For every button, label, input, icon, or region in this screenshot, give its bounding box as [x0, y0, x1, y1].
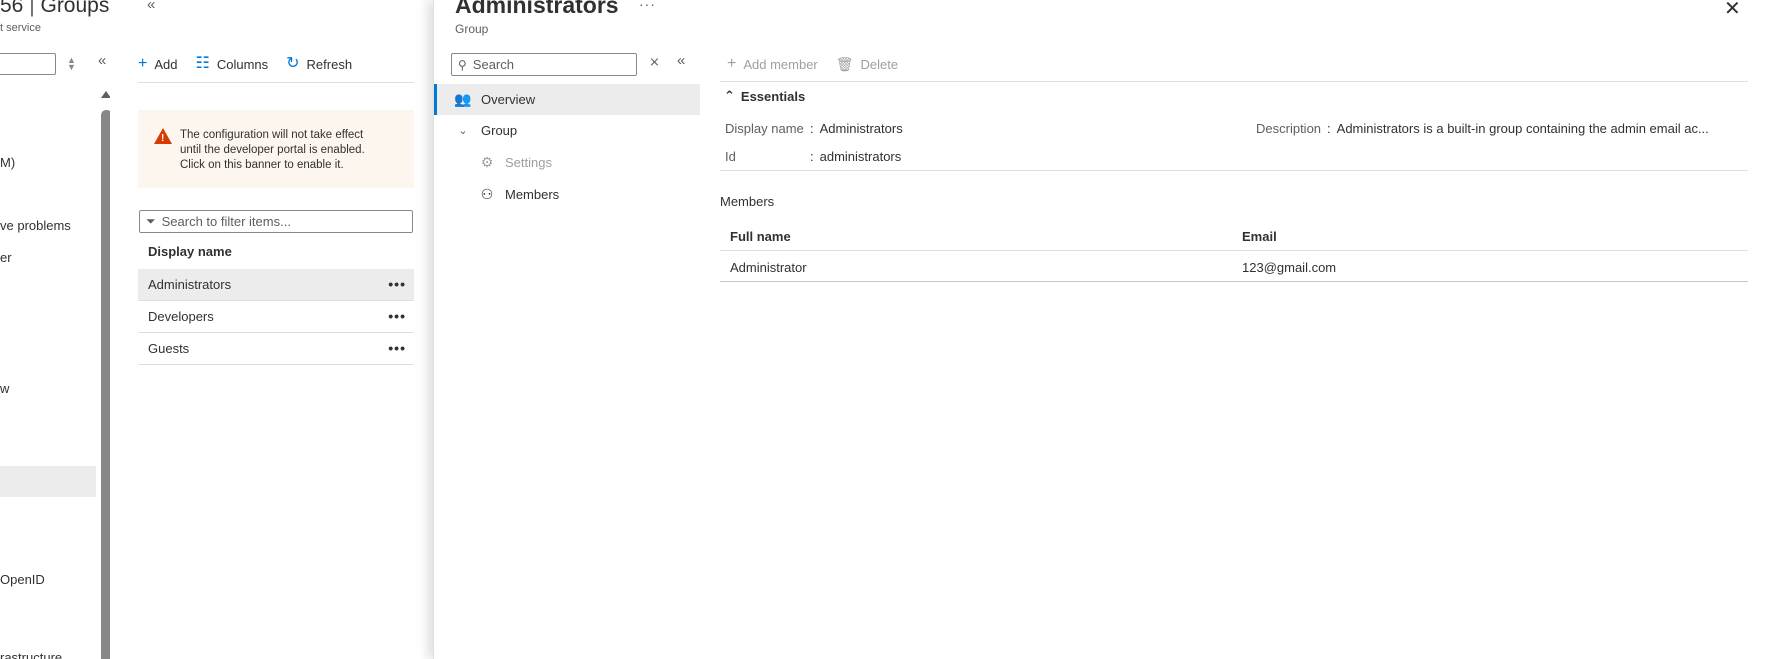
more-options-icon[interactable]: •••: [388, 276, 406, 292]
toolbar-divider: [138, 82, 414, 83]
resource-menu-search[interactable]: ⚲: [451, 53, 637, 76]
nav-item[interactable]: OpenID: [0, 572, 45, 587]
left-navigation: 56 | Groups t service ▲ ▼ « M) ve problem…: [0, 0, 110, 659]
id-value: administrators: [819, 149, 902, 164]
nav-item[interactable]: w: [0, 381, 9, 396]
refresh-icon: ↻: [286, 55, 300, 72]
group-users-icon: 👥: [454, 91, 472, 107]
members-section-title: Members: [720, 194, 775, 209]
title-separator: |: [23, 0, 41, 17]
plus-icon: +: [138, 55, 148, 72]
nav-scrollbar[interactable]: [100, 88, 110, 659]
essentials-divider: [720, 170, 1748, 171]
group-name: Developers: [148, 309, 214, 324]
column-header-email[interactable]: Email: [1242, 229, 1277, 244]
plus-icon: +: [727, 55, 737, 72]
collapse-nav-icon[interactable]: «: [98, 52, 106, 69]
add-member-button[interactable]: + Add member: [727, 56, 818, 72]
nav-search-input[interactable]: [0, 53, 56, 75]
nav-item[interactable]: er: [0, 250, 12, 265]
group-name: Administrators: [148, 277, 232, 292]
scrollbar-thumb[interactable]: [101, 110, 110, 659]
menu-item-overview[interactable]: 👥 Overview: [434, 84, 700, 115]
essentials-display-name: Display name: Administrators: [725, 121, 903, 136]
clear-search-icon[interactable]: ⨯: [649, 54, 660, 70]
filter-input[interactable]: [161, 214, 402, 229]
essentials-id: Id: administrators: [725, 149, 902, 164]
description-value: Administrators is a built-in group conta…: [1336, 121, 1709, 136]
resource-search-input[interactable]: [472, 57, 623, 72]
search-icon: ⚲: [458, 57, 467, 72]
more-options-icon[interactable]: •••: [388, 308, 406, 324]
menu-item-label: Members: [505, 187, 560, 202]
group-row-guests[interactable]: Guests •••: [138, 333, 414, 365]
refresh-button[interactable]: ↻ Refresh: [286, 56, 352, 72]
group-detail-blade: Administrators ··· Group ✕ ⚲ ⨯ « 👥 Overv…: [433, 0, 1767, 659]
essentials-label: Essentials: [740, 88, 806, 104]
gear-icon: ⚙: [480, 154, 494, 170]
menu-item-label: Settings: [505, 155, 552, 170]
nav-item-selected[interactable]: [0, 466, 96, 497]
group-row-developers[interactable]: Developers •••: [138, 301, 414, 333]
groups-pane: + Add ☷ Columns ↻ Refresh The configurat…: [138, 0, 414, 659]
chevron-up-icon: ⌃: [724, 88, 735, 103]
person-icon: ⚇: [480, 186, 494, 202]
add-button[interactable]: + Add: [138, 56, 177, 72]
id-key: Id: [725, 149, 736, 164]
warning-icon: [154, 128, 172, 146]
group-row-administrators[interactable]: Administrators •••: [138, 269, 414, 301]
nav-item[interactable]: M): [0, 155, 15, 170]
menu-item-group[interactable]: ⌄ Group: [434, 115, 700, 146]
member-email: 123@gmail.com: [1242, 260, 1337, 275]
page-name: Groups: [40, 0, 110, 17]
more-options-icon[interactable]: •••: [388, 340, 406, 356]
scroll-up-arrow-icon[interactable]: [101, 91, 110, 98]
table-row[interactable]: Administrator 123@gmail.com: [720, 252, 1748, 282]
service-title: 56 | Groups: [0, 0, 109, 18]
collapse-menu-icon[interactable]: «: [677, 52, 685, 69]
essentials-toggle[interactable]: ⌃ Essentials: [724, 88, 805, 104]
nav-item[interactable]: rastructure: [0, 650, 62, 659]
groups-toolbar: + Add ☷ Columns ↻ Refresh: [138, 53, 352, 75]
trash-icon: 🗑: [835, 56, 854, 72]
columns-icon: ☷: [195, 55, 210, 72]
column-header-full-name[interactable]: Full name: [730, 229, 791, 244]
menu-item-label: Group: [481, 123, 518, 138]
close-icon[interactable]: ✕: [1724, 0, 1741, 21]
developer-portal-banner[interactable]: The configuration will not take effect u…: [138, 110, 414, 188]
menu-item-members[interactable]: ⚇ Members: [434, 179, 700, 210]
blade-toolbar-divider: [720, 81, 1748, 82]
banner-line: until the developer portal is enabled.: [180, 144, 365, 156]
blade-subtitle: Group: [455, 22, 489, 36]
menu-item-label: Overview: [481, 92, 536, 107]
members-table-header: Full name Email: [720, 221, 1748, 251]
blade-more-options-icon[interactable]: ···: [639, 0, 656, 12]
banner-line: The configuration will not take effect: [180, 129, 364, 141]
nav-item[interactable]: ve problems: [0, 218, 71, 233]
display-name-value: Administrators: [819, 121, 903, 136]
description-key: Description: [1256, 121, 1322, 136]
chevron-down-icon: ⌄: [458, 125, 468, 137]
columns-button[interactable]: ☷ Columns: [195, 56, 268, 72]
columns-label: Columns: [216, 56, 269, 72]
service-subtitle: t service: [0, 22, 41, 34]
refresh-label: Refresh: [306, 56, 353, 72]
delete-button[interactable]: 🗑 Delete: [836, 57, 898, 72]
member-full-name: Administrator: [730, 260, 807, 275]
blade-title: Administrators: [455, 0, 619, 18]
delete-label: Delete: [860, 56, 899, 72]
banner-line: Click on this banner to enable it.: [180, 159, 344, 171]
group-name: Guests: [148, 341, 190, 356]
service-name-fragment: 56: [0, 0, 24, 17]
display-name-key: Display name: [725, 121, 804, 136]
blade-toolbar: + Add member 🗑 Delete: [727, 53, 898, 75]
sort-icon[interactable]: ▲ ▼: [67, 56, 76, 72]
add-member-label: Add member: [743, 56, 818, 72]
filter-icon: ⏷: [146, 214, 156, 228]
essentials-description: Description: Administrators is a built-in…: [1256, 121, 1709, 136]
column-header-display-name[interactable]: Display name: [148, 244, 232, 259]
filter-box[interactable]: ⏷: [139, 210, 413, 233]
menu-item-settings[interactable]: ⚙ Settings: [434, 147, 700, 178]
add-label: Add: [154, 56, 178, 72]
